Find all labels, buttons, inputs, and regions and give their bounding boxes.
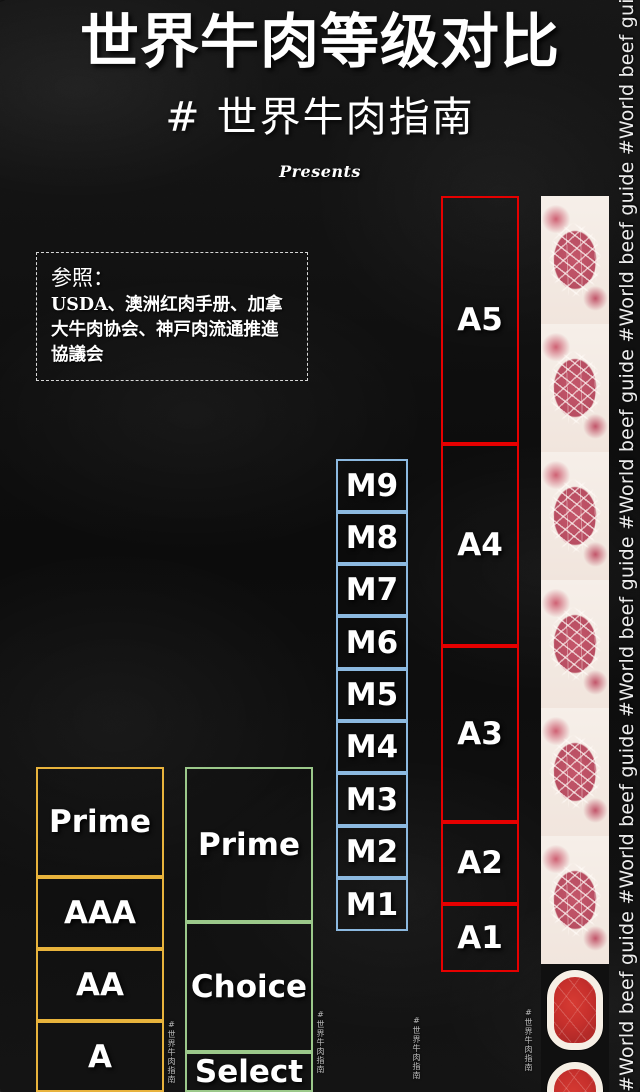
meat-sample-marbled-5 (541, 708, 609, 836)
meat-sample-marbled-2 (541, 324, 609, 452)
grade-label: Select (194, 1054, 304, 1090)
grade-cell-japan-a4[interactable]: A4 (441, 444, 519, 646)
grade-label: M9 (345, 467, 399, 504)
poster-header: 世界牛肉等级对比 # 世界牛肉指南 Presents (0, 0, 640, 181)
meat-sample-marbled-6 (541, 836, 609, 964)
grade-label: Choice (190, 969, 308, 1005)
grade-cell-australia-m8[interactable]: M8 (336, 512, 408, 564)
reference-box: 参照： USDA、澳洲红肉手册、加拿大牛肉协会、神戸肉流通推進協議会 (36, 252, 308, 381)
grade-cell-canada-aa[interactable]: AA (36, 949, 164, 1021)
meat-texture (541, 324, 609, 452)
hashtag-subtitle: # 世界牛肉指南 (165, 93, 475, 141)
grade-cell-japan-a2[interactable]: A2 (441, 822, 519, 904)
grade-cell-japan-a1[interactable]: A1 (441, 904, 519, 972)
grade-label: Prime (49, 804, 151, 840)
meat-sample-lean-8 (541, 1056, 609, 1092)
grade-cell-japan-a5[interactable]: A5 (441, 196, 519, 444)
grade-label: A5 (457, 302, 503, 338)
meat-texture (547, 1061, 603, 1092)
grade-label: M5 (345, 677, 399, 713)
grade-label: M8 (345, 520, 399, 556)
grade-cell-australia-m4[interactable]: M4 (336, 721, 408, 773)
grade-label: M6 (345, 624, 399, 661)
grade-label: A3 (457, 716, 503, 752)
grade-label: AAA (64, 895, 136, 931)
meat-sample-marbled-1 (541, 196, 609, 324)
reference-body: USDA、澳洲红肉手册、加拿大牛肉协会、神戸肉流通推進協議会 (51, 295, 283, 365)
grade-cell-australia-m3[interactable]: M3 (336, 773, 408, 826)
grade-label: M7 (345, 572, 399, 608)
grade-label: A (88, 1038, 112, 1075)
meat-texture (541, 836, 609, 964)
grade-cell-australia-m9[interactable]: M9 (336, 459, 408, 512)
grade-label: A1 (457, 920, 503, 956)
grade-label: A4 (457, 527, 503, 563)
grade-cell-usda-choice[interactable]: Choice (185, 922, 313, 1052)
meat-sample-lean-7 (541, 964, 609, 1056)
meat-texture (541, 708, 609, 836)
divider-japan-samples: #世界牛肉指南 (524, 1008, 533, 1072)
meat-sample-marbled-3 (541, 452, 609, 580)
grade-cell-canada-aaa[interactable]: AAA (36, 877, 164, 949)
grade-label: M2 (345, 834, 399, 870)
meat-texture (541, 196, 609, 324)
grade-cell-australia-m2[interactable]: M2 (336, 826, 408, 878)
grade-cell-canada-prime[interactable]: Prime (36, 767, 164, 877)
meat-texture (541, 452, 609, 580)
divider-canada-usda: #世界牛肉指南 (167, 1020, 176, 1084)
grade-cell-japan-a3[interactable]: A3 (441, 646, 519, 822)
divider-australia-japan: #世界牛肉指南 (412, 1016, 421, 1080)
grade-label: M4 (345, 729, 399, 765)
grade-label: Prime (198, 826, 300, 863)
meat-texture (541, 580, 609, 708)
grade-label: A2 (457, 845, 503, 881)
grade-cell-usda-prime[interactable]: Prime (185, 767, 313, 922)
grade-cell-canada-a[interactable]: A (36, 1021, 164, 1092)
grade-label: M3 (345, 781, 399, 818)
reference-title: 参照： (51, 266, 114, 290)
page-title: 世界牛肉等级对比 (79, 7, 560, 76)
divider-usda-australia: #世界牛肉指南 (316, 1010, 325, 1074)
presents-label: Presents (279, 162, 361, 181)
grade-cell-usda-select[interactable]: Select (185, 1052, 313, 1092)
grade-label: M1 (345, 886, 399, 923)
meat-texture (547, 969, 603, 1051)
meat-sample-marbled-4 (541, 580, 609, 708)
grade-label: AA (76, 967, 124, 1003)
grade-cell-australia-m1[interactable]: M1 (336, 878, 408, 931)
grade-cell-australia-m5[interactable]: M5 (336, 669, 408, 721)
grade-cell-australia-m7[interactable]: M7 (336, 564, 408, 616)
grade-cell-australia-m6[interactable]: M6 (336, 616, 408, 669)
meat-sample-strip (541, 196, 609, 1092)
edge-watermark-text: #World beef guide #World beef guide #Wor… (616, 0, 638, 1092)
